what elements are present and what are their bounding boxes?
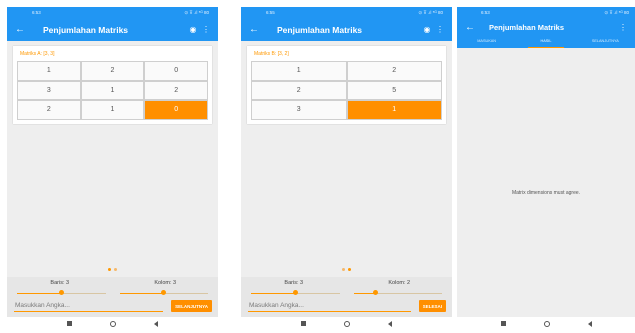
rows-label: Baris: 3 [284,280,304,286]
back-arrow-icon[interactable]: ← [249,24,271,35]
slider-fill [119,292,164,294]
matrix-cell[interactable]: 5 [346,80,442,100]
nav-back-icon[interactable] [587,320,592,327]
tab-hasil[interactable]: HASIL [516,36,575,48]
matrix-card: Matriks A: [3, 3] 1 2 0 3 1 2 2 1 0 [13,46,212,124]
matrix-grid: 1 2 0 3 1 2 2 1 0 [17,61,208,120]
number-input[interactable]: Masukkan Angka... [14,300,164,312]
matrix-cell[interactable]: 1 [17,61,81,81]
system-nav-bar [457,317,635,330]
app-bar: ← Penjumlahan Matriks ◉ ⋮ [7,18,218,41]
matrix-cell[interactable]: 1 [80,100,145,120]
rows-label: Baris: 3 [50,280,70,286]
page-dot-active [348,268,351,271]
matrix-cell[interactable]: 1 [80,80,145,100]
system-nav-bar [241,317,452,330]
app-title: Penjumlahan Matriks [489,22,565,32]
matrix-cell[interactable]: 2 [251,80,347,100]
matrix-cell-selected[interactable]: 0 [144,100,208,120]
screenshot-stage: 6:53 ⊙ ⊽ .ıl ⁵ᴳ 80 ← Penjumlahan Matriks… [0,0,635,333]
error-message: Matrix dimensions must agree. [511,190,581,196]
more-vert-icon[interactable]: ⋮ [202,25,210,34]
status-bar: 6:55 ⊙ ⊽ .ıl ⁵ᴳ 80 [241,7,452,18]
home-icon[interactable] [344,320,350,327]
page-indicator [7,268,218,271]
matrix-grid: 1 2 2 5 3 1 [251,61,442,120]
cols-slider[interactable] [119,290,208,296]
app-bar: ← Penjumlahan Matriks ◉ ⋮ [241,18,452,41]
page-indicator [241,268,452,271]
matrix-cell[interactable]: 3 [17,80,81,100]
slider-thumb[interactable] [373,290,379,295]
status-icons: ⊙ ⊽ .ıl ⁵ᴳ 80 [184,9,209,15]
page-dot [114,268,117,271]
matrix-cell[interactable]: 2 [17,100,81,120]
app-bar: ← Penjumlahan Matriks ⋮ [457,18,635,36]
recents-icon[interactable] [500,321,506,326]
matrix-cell[interactable]: 0 [144,61,208,81]
cols-slider[interactable] [353,290,442,296]
status-icons: ⊙ ⊽ .ıl ⁵ᴳ 80 [604,9,629,15]
matrix-cell-selected[interactable]: 1 [346,100,442,120]
status-icons: ⊙ ⊽ .ıl ⁵ᴳ 80 [418,9,443,15]
cols-label: Kolom: 2 [388,280,411,286]
matrix-cell[interactable]: 2 [346,61,442,81]
back-arrow-icon[interactable]: ← [15,24,37,35]
cols-label: Kolom: 3 [154,280,177,286]
matrix-cell[interactable]: 2 [80,61,145,81]
nav-back-icon[interactable] [388,320,392,327]
slider-fill [251,292,296,294]
recents-icon[interactable] [301,321,306,326]
tab-selanjutnya[interactable]: SELANJUTNYA [576,36,635,48]
status-bar: 6:53 ⊙ ⊽ .ıl ⁵ᴳ 80 [7,7,218,18]
home-icon[interactable] [543,320,550,327]
matrix-cell[interactable]: 3 [251,100,347,120]
app-title: Penjumlahan Matriks [43,24,129,35]
page-dot-active [108,268,111,271]
phone-screen-result: 6:53 ⊙ ⊽ .ıl ⁵ᴳ 80 ← Penjumlahan Matriks… [457,7,635,330]
input-panel: Baris: 3 Kolom: 2 Masukkan Angka... SELE… [241,277,452,317]
matrix-cell[interactable]: 2 [144,80,208,100]
phone-screen-matrix-b: 6:55 ⊙ ⊽ .ıl ⁵ᴳ 80 ← Penjumlahan Matriks… [241,7,452,330]
eye-icon[interactable]: ◉ [184,25,202,34]
back-arrow-icon[interactable]: ← [465,22,487,33]
result-content: Matrix dimensions must agree. [457,48,635,317]
rows-slider[interactable] [251,290,340,296]
more-vert-icon[interactable]: ⋮ [619,23,627,32]
status-time: 6:55 [266,10,275,15]
tab-bar: MASUKAN HASIL SELANJUTNYA [457,36,635,48]
matrix-title: Matriks B: [3, 2] [254,51,289,57]
rows-slider[interactable] [17,290,106,296]
matrix-title: Matriks A: [3, 3] [20,51,55,57]
slider-thumb[interactable] [161,290,167,295]
status-bar: 6:53 ⊙ ⊽ .ıl ⁵ᴳ 80 [457,7,635,18]
number-input[interactable]: Masukkan Angka... [248,300,411,312]
phone-screen-matrix-a: 6:53 ⊙ ⊽ .ıl ⁵ᴳ 80 ← Penjumlahan Matriks… [7,7,218,330]
eye-icon[interactable]: ◉ [418,25,436,34]
matrix-cell[interactable]: 1 [251,61,347,81]
status-time: 6:53 [481,10,490,15]
more-vert-icon[interactable]: ⋮ [436,25,444,34]
slider-fill [17,292,62,294]
finish-button[interactable]: SELESAI [418,300,446,312]
system-nav-bar [7,317,218,330]
status-time: 6:53 [32,10,41,15]
slider-thumb[interactable] [292,290,298,295]
nav-back-icon[interactable] [154,320,158,327]
input-panel: Baris: 3 Kolom: 3 Masukkan Angka... SELA… [7,277,218,317]
slider-thumb[interactable] [58,290,64,295]
home-icon[interactable] [110,320,116,327]
page-dot [342,268,345,271]
recents-icon[interactable] [67,321,72,326]
next-button[interactable]: SELANJUTNYA [171,300,212,312]
tab-masukan[interactable]: MASUKAN [457,36,516,48]
app-title: Penjumlahan Matriks [277,24,363,35]
matrix-card: Matriks B: [3, 2] 1 2 2 5 3 1 [247,46,446,124]
